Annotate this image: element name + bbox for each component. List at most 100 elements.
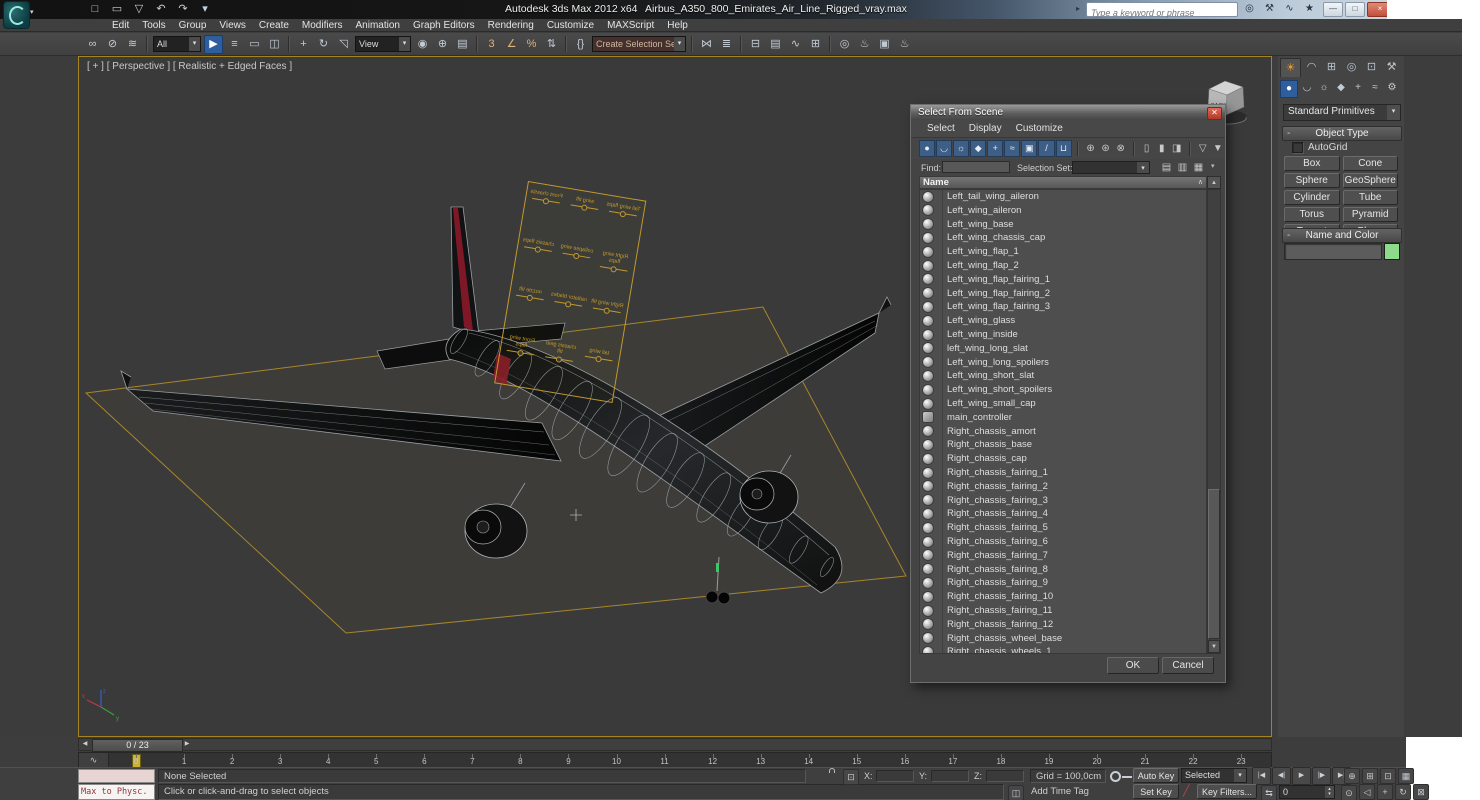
- scene-object-row[interactable]: Left_wing_short_slat: [920, 369, 1206, 385]
- dialog-menu-customize[interactable]: Customize: [1016, 123, 1063, 134]
- minimize-button[interactable]: —: [1323, 2, 1343, 17]
- scene-object-row[interactable]: Right_chassis_fairing_3: [920, 493, 1206, 509]
- scene-object-row[interactable]: Left_wing_glass: [920, 314, 1206, 329]
- rig-slider-knob[interactable]: [594, 355, 602, 363]
- x-coordinate-field[interactable]: [876, 770, 914, 782]
- scene-object-row[interactable]: Left_wing_flap_fairing_1: [920, 272, 1206, 288]
- communication-center-icon[interactable]: ∿: [1283, 1, 1296, 17]
- scene-object-row[interactable]: Right_chassis_cap: [920, 452, 1206, 467]
- layer-manager-icon[interactable]: ⊟: [747, 36, 764, 53]
- zoom-extents-all-icon[interactable]: ▦: [1398, 768, 1414, 784]
- subcat-shapes[interactable]: ◡: [1299, 80, 1315, 96]
- current-frame-field[interactable]: 0 ▴ ▾: [1279, 785, 1335, 799]
- undo-icon[interactable]: ↶: [154, 2, 168, 17]
- time-slider-next-icon[interactable]: ▶: [182, 739, 192, 750]
- search-input[interactable]: [1087, 7, 1237, 19]
- menu-animation[interactable]: Animation: [355, 20, 399, 31]
- unlink-selection-icon[interactable]: ⊘: [104, 36, 121, 53]
- rig-slider-knob[interactable]: [618, 210, 626, 218]
- select-object-icon[interactable]: ▶: [204, 34, 223, 54]
- object-name-field[interactable]: [1284, 243, 1382, 260]
- subcat-lights[interactable]: ☼: [1316, 80, 1332, 96]
- key-mode-dropdown[interactable]: Selected ▾: [1181, 768, 1247, 783]
- mirror-icon[interactable]: ⋈: [698, 36, 715, 53]
- tab-display[interactable]: ⊡: [1362, 58, 1381, 76]
- select-and-scale-icon[interactable]: ◹: [335, 36, 352, 53]
- favorites-star-icon[interactable]: ★: [1303, 1, 1316, 17]
- menu-customize[interactable]: Customize: [547, 20, 594, 31]
- menu-edit[interactable]: Edit: [112, 20, 129, 31]
- curve-editor-icon[interactable]: ∿: [787, 36, 804, 53]
- spinner-snap-icon[interactable]: ⇅: [543, 36, 560, 53]
- snap-toggle-3d-icon[interactable]: 3: [483, 36, 500, 53]
- scene-object-row[interactable]: Left_wing_aileron: [920, 203, 1206, 219]
- angle-snap-icon[interactable]: ∠: [503, 36, 520, 53]
- name-and-color-rollout[interactable]: - Name and Color: [1282, 228, 1402, 243]
- material-editor-icon[interactable]: ◎: [836, 36, 853, 53]
- dialog-title-bar[interactable]: Select From Scene ✕: [911, 105, 1225, 121]
- name-column-header[interactable]: Name ∧: [919, 176, 1207, 189]
- orbit-icon[interactable]: ↻: [1395, 784, 1411, 800]
- scene-object-row[interactable]: Right_chassis_fairing_10: [920, 590, 1206, 605]
- cancel-button[interactable]: Cancel: [1162, 657, 1214, 674]
- scene-object-row[interactable]: Left_wing_long_spoilers: [920, 355, 1206, 371]
- scene-object-row[interactable]: Left_wing_chassis_cap: [920, 231, 1206, 247]
- dialog-menu-select[interactable]: Select: [927, 123, 955, 134]
- scene-object-row[interactable]: Left_wing_flap_fairing_3: [920, 300, 1206, 316]
- next-frame-button[interactable]: |▶: [1312, 767, 1331, 785]
- menu-help[interactable]: Help: [667, 20, 688, 31]
- menu-tools[interactable]: Tools: [142, 20, 165, 31]
- list-scrollbar[interactable]: ▼: [1207, 189, 1221, 654]
- object-type-rollout[interactable]: - Object Type: [1282, 126, 1402, 141]
- display-bones-icon[interactable]: /: [1038, 140, 1055, 157]
- field-of-view-icon[interactable]: ◁: [1359, 784, 1375, 800]
- rig-slider-knob[interactable]: [525, 294, 533, 302]
- create-pyramid-button[interactable]: Pyramid: [1342, 207, 1398, 222]
- 3dsmax-logo-button[interactable]: [3, 1, 30, 29]
- scroll-up-button[interactable]: ▲: [1207, 176, 1221, 189]
- display-lights-icon[interactable]: ☼: [953, 140, 970, 157]
- maxscript-mini-listener-pink[interactable]: [78, 769, 155, 783]
- time-slider-handle[interactable]: 0 / 23: [92, 739, 183, 752]
- select-and-move-icon[interactable]: +: [295, 36, 312, 53]
- rig-slider-knob[interactable]: [555, 355, 562, 363]
- search-history-arrow-icon[interactable]: ▸: [1076, 4, 1080, 13]
- display-space-warps-icon[interactable]: ≈: [1004, 140, 1021, 157]
- select-influences-icon[interactable]: ⊛: [1099, 141, 1113, 156]
- menu-graph-editors[interactable]: Graph Editors: [413, 20, 475, 31]
- scene-object-row[interactable]: Right_chassis_amort: [920, 424, 1206, 440]
- z-coordinate-field[interactable]: [986, 770, 1024, 782]
- add-to-set-icon[interactable]: ▥: [1175, 160, 1190, 175]
- scene-object-row[interactable]: Right_chassis_fairing_11: [920, 604, 1206, 619]
- track-bar[interactable]: ∿ 0 1 2 3 4 5 6 7 8 9 10 11 12 13 14 15 16 17 18 19 20 21 22 23: [78, 752, 1272, 769]
- select-by-name-icon[interactable]: ≡: [226, 36, 243, 53]
- key-filters-button[interactable]: Key Filters...: [1197, 784, 1257, 799]
- time-slider[interactable]: ◀ 0 / 23 ▶: [78, 738, 1272, 752]
- scene-object-row[interactable]: Right_chassis_fairing_4: [920, 507, 1206, 523]
- rig-slider-knob[interactable]: [580, 204, 588, 212]
- display-shapes-icon[interactable]: ◡: [936, 140, 953, 157]
- load-selection-icon[interactable]: ▮: [1155, 141, 1169, 156]
- pan-icon[interactable]: +: [1377, 784, 1393, 800]
- rect-selection-region-icon[interactable]: ▭: [246, 36, 263, 53]
- subcat-cameras[interactable]: ◆: [1333, 80, 1349, 96]
- scene-object-row[interactable]: Right_chassis_fairing_6: [920, 535, 1206, 550]
- open-mini-curve-editor-button[interactable]: ∿: [79, 753, 109, 767]
- tab-utilities[interactable]: ⚒: [1382, 58, 1401, 76]
- subcat-geometry[interactable]: ●: [1280, 80, 1298, 98]
- time-configuration-icon[interactable]: ⊙: [1341, 785, 1357, 800]
- dialog-close-icon[interactable]: ✕: [1207, 107, 1222, 120]
- menu-views[interactable]: Views: [219, 20, 246, 31]
- combine-selection-icon[interactable]: ◨: [1170, 141, 1184, 156]
- new-scene-icon[interactable]: □: [88, 2, 102, 17]
- create-cone-button[interactable]: Cone: [1342, 156, 1398, 171]
- redo-icon[interactable]: ↷: [176, 2, 190, 17]
- dialog-menu-display[interactable]: Display: [969, 123, 1002, 134]
- maximize-viewport-icon[interactable]: ⊠: [1413, 784, 1429, 800]
- more-options-arrow-icon[interactable]: ▾: [1211, 162, 1215, 170]
- menu-rendering[interactable]: Rendering: [488, 20, 534, 31]
- select-and-rotate-icon[interactable]: ↻: [315, 36, 332, 53]
- align-icon[interactable]: ≣: [718, 36, 735, 53]
- y-coordinate-field[interactable]: [931, 770, 969, 782]
- rendered-frame-window-icon[interactable]: ▣: [876, 36, 893, 53]
